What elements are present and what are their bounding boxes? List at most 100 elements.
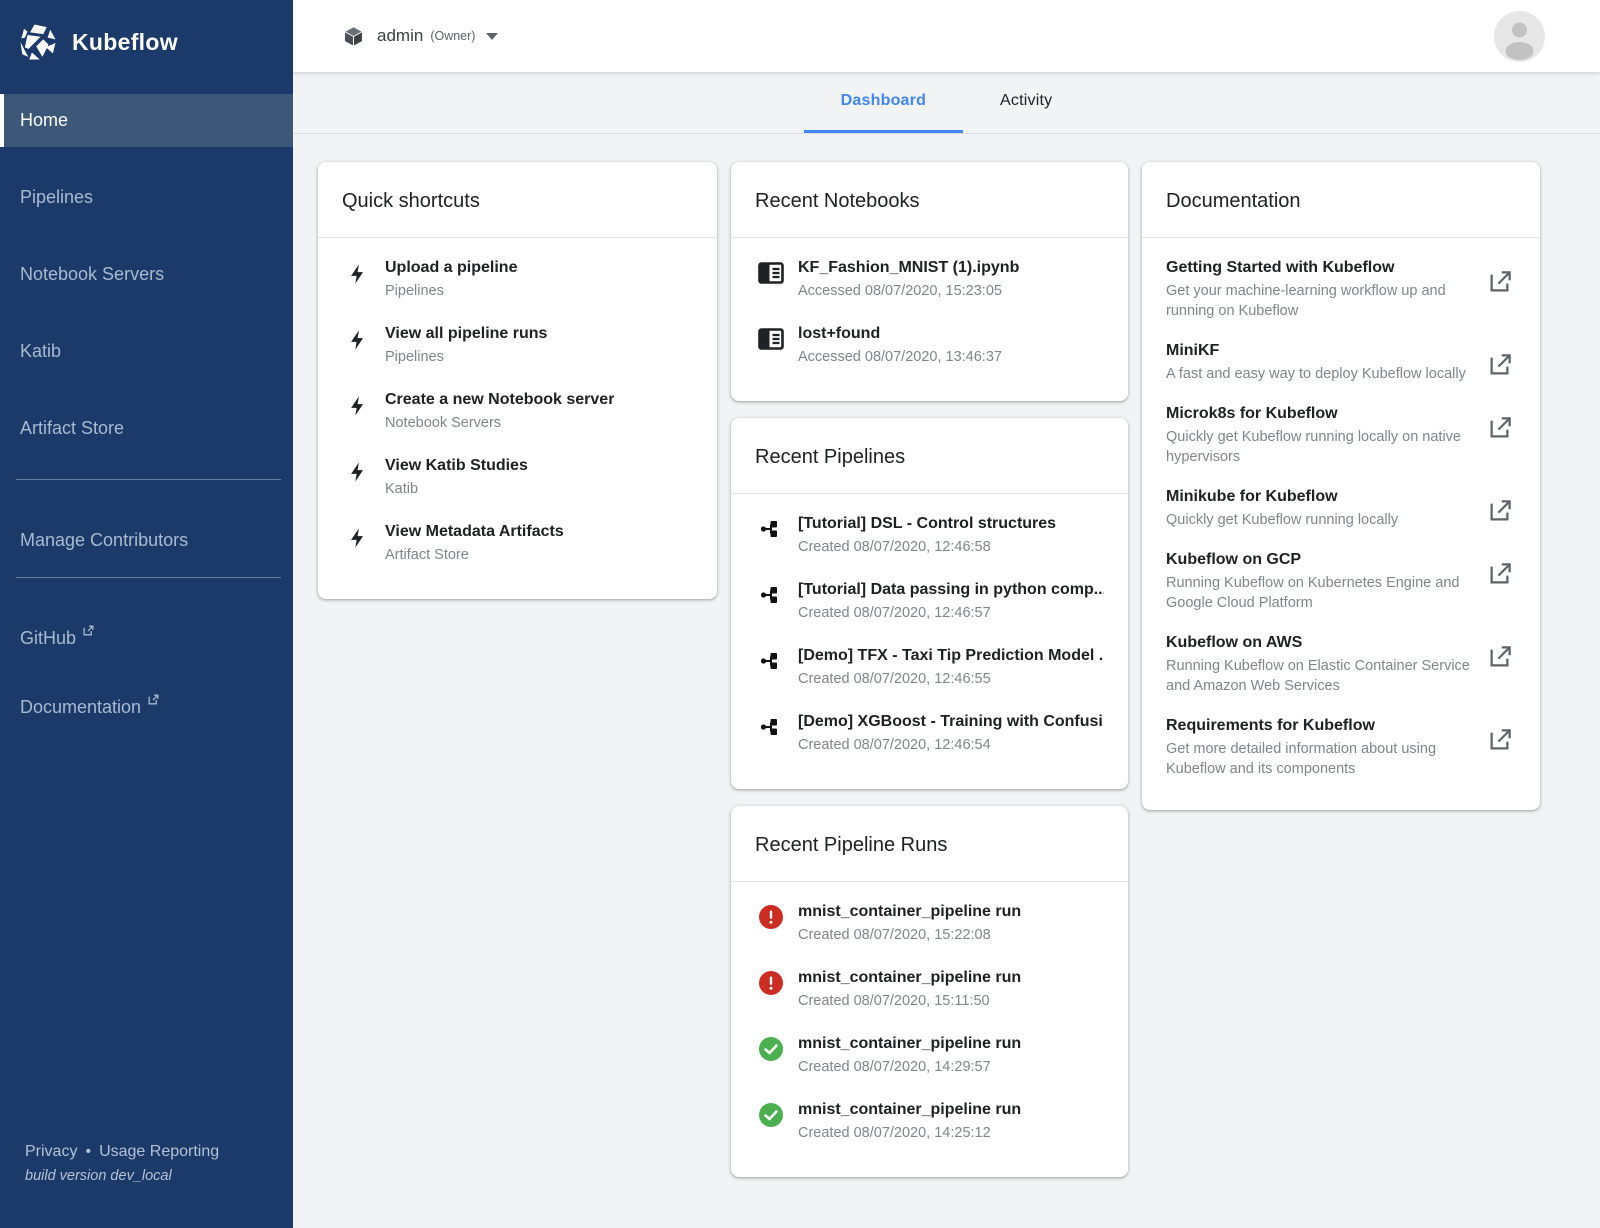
namespace-cube-icon	[342, 25, 365, 48]
sidebar: Kubeflow Home Pipelines Notebook Servers…	[0, 0, 293, 1228]
sidebar-footer: Privacy•Usage Reporting build version de…	[25, 1143, 219, 1184]
error-status-icon	[758, 969, 784, 1009]
shortcut-subtitle: Notebook Servers	[385, 415, 614, 431]
shortcut-create-notebook-server[interactable]: Create a new Notebook server Notebook Ser…	[345, 391, 693, 431]
card-title-recent-notebooks: Recent Notebooks	[755, 190, 920, 212]
doc-desc: Running Kubeflow on Kubernetes Engine an…	[1166, 573, 1472, 613]
notebook-title: lost+found	[798, 325, 1002, 343]
doc-desc: Quickly get Kubeflow running locally	[1166, 510, 1472, 530]
doc-item-kubeflow-aws[interactable]: Kubeflow on AWS Running Kubeflow on Elast…	[1166, 634, 1516, 696]
sidebar-item-katib[interactable]: Katib	[0, 325, 293, 378]
shortcut-subtitle: Artifact Store	[385, 547, 564, 563]
shortcut-view-katib-studies[interactable]: View Katib Studies Katib	[345, 457, 693, 497]
external-link-icon	[147, 693, 160, 706]
sidebar-item-notebook-servers[interactable]: Notebook Servers	[0, 248, 293, 301]
run-title: mnist_container_pipeline run	[798, 1101, 1021, 1119]
notebook-subtitle: Accessed 08/07/2020, 15:23:05	[798, 283, 1019, 299]
sidebar-divider	[16, 479, 281, 480]
namespace-role: (Owner)	[430, 29, 475, 43]
bolt-icon	[345, 391, 371, 431]
error-status-icon	[758, 903, 784, 943]
bolt-icon	[345, 523, 371, 563]
shortcut-view-metadata-artifacts[interactable]: View Metadata Artifacts Artifact Store	[345, 523, 693, 563]
pipeline-icon	[758, 713, 784, 753]
run-subtitle: Created 08/07/2020, 15:11:50	[798, 993, 1021, 1009]
success-status-icon	[758, 1035, 784, 1075]
usage-reporting-link[interactable]: Usage Reporting	[99, 1143, 219, 1160]
open-in-new-icon	[1486, 488, 1516, 530]
notebook-subtitle: Accessed 08/07/2020, 13:46:37	[798, 349, 1002, 365]
tab-activity[interactable]: Activity	[963, 72, 1089, 133]
shortcut-view-pipeline-runs[interactable]: View all pipeline runsPipelines	[345, 325, 693, 365]
doc-desc: Running Kubeflow on Elastic Container Se…	[1166, 656, 1472, 696]
pipeline-item[interactable]: [Tutorial] DSL - Control structuresCreat…	[758, 515, 1104, 555]
doc-title: Kubeflow on GCP	[1166, 551, 1472, 569]
doc-desc: Quickly get Kubeflow running locally on …	[1166, 427, 1472, 467]
doc-title: MiniKF	[1166, 342, 1472, 360]
pipeline-run-item[interactable]: mnist_container_pipeline runCreated 08/0…	[758, 969, 1104, 1009]
shortcut-title: Create a new Notebook server	[385, 391, 614, 409]
success-status-icon	[758, 1101, 784, 1141]
card-title-documentation: Documentation	[1166, 190, 1301, 212]
bolt-icon	[345, 259, 371, 299]
notebook-item[interactable]: lost+found Accessed 08/07/2020, 13:46:37	[758, 325, 1104, 365]
pipeline-icon	[758, 515, 784, 555]
tab-dashboard[interactable]: Dashboard	[804, 72, 963, 133]
sidebar-item-manage-contributors[interactable]: Manage Contributors	[0, 514, 293, 567]
pipeline-icon	[758, 647, 784, 687]
run-title: mnist_container_pipeline run	[798, 1035, 1021, 1053]
doc-title: Microk8s for Kubeflow	[1166, 405, 1472, 423]
sidebar-item-pipelines[interactable]: Pipelines	[0, 171, 293, 224]
privacy-link[interactable]: Privacy	[25, 1143, 77, 1160]
shortcut-title: View all pipeline runs	[385, 325, 547, 343]
shortcut-title: View Katib Studies	[385, 457, 528, 475]
documentation-link-label: Documentation	[20, 697, 141, 717]
pipeline-run-item[interactable]: mnist_container_pipeline runCreated 08/0…	[758, 903, 1104, 943]
doc-item-getting-started[interactable]: Getting Started with KubeflowGet your ma…	[1166, 259, 1516, 321]
pipeline-item[interactable]: [Tutorial] Data passing in python comp..…	[758, 581, 1104, 621]
doc-item-minikube[interactable]: Minikube for KubeflowQuickly get Kubeflo…	[1166, 488, 1516, 530]
pipeline-title: [Tutorial] Data passing in python comp..…	[798, 581, 1104, 599]
open-in-new-icon	[1486, 717, 1516, 779]
bolt-icon	[345, 457, 371, 497]
external-link-icon	[82, 624, 95, 637]
sidebar-item-artifact-store[interactable]: Artifact Store	[0, 402, 293, 455]
doc-title: Requirements for Kubeflow	[1166, 717, 1472, 735]
shortcut-upload-pipeline[interactable]: Upload a pipelinePipelines	[345, 259, 693, 299]
doc-item-requirements[interactable]: Requirements for Kubeflow Get more detail…	[1166, 717, 1516, 779]
doc-item-minikf[interactable]: MiniKFA fast and easy way to deploy Kube…	[1166, 342, 1516, 384]
sidebar-item-documentation[interactable]: Documentation	[0, 681, 293, 734]
logo-text: Kubeflow	[72, 29, 178, 56]
notebook-item[interactable]: KF_Fashion_MNIST (1).ipynb Accessed 08/07…	[758, 259, 1104, 299]
recent-pipeline-runs-card: Recent Pipeline Runs mnist_container_pip…	[731, 806, 1128, 1177]
doc-title: Getting Started with Kubeflow	[1166, 259, 1472, 277]
pipeline-run-item[interactable]: mnist_container_pipeline runCreated 08/0…	[758, 1101, 1104, 1141]
open-in-new-icon	[1486, 551, 1516, 613]
pipeline-subtitle: Created 08/07/2020, 12:46:57	[798, 605, 1104, 621]
doc-item-kubeflow-gcp[interactable]: Kubeflow on GCP Running Kubeflow on Kuber…	[1166, 551, 1516, 613]
shortcut-title: View Metadata Artifacts	[385, 523, 564, 541]
pipeline-item[interactable]: [Demo] XGBoost - Training with Confusi..…	[758, 713, 1104, 753]
pipeline-run-item[interactable]: mnist_container_pipeline runCreated 08/0…	[758, 1035, 1104, 1075]
avatar[interactable]	[1494, 11, 1545, 62]
recent-notebooks-card: Recent Notebooks KF_Fashion_MNIST (1).ip…	[731, 162, 1128, 401]
top-bar: admin (Owner)	[293, 0, 1600, 72]
footer-bullet: •	[85, 1143, 91, 1160]
doc-desc: Get more detailed information about usin…	[1166, 739, 1472, 779]
tab-bar: Dashboard Activity	[293, 72, 1600, 134]
open-in-new-icon	[1486, 259, 1516, 321]
doc-title: Kubeflow on AWS	[1166, 634, 1472, 652]
bolt-icon	[345, 325, 371, 365]
person-icon	[1494, 11, 1545, 62]
namespace-selector[interactable]: admin (Owner)	[342, 25, 498, 48]
shortcut-subtitle: Katib	[385, 481, 528, 497]
sidebar-item-home[interactable]: Home	[0, 94, 293, 147]
pipeline-item[interactable]: [Demo] TFX - Taxi Tip Prediction Model .…	[758, 647, 1104, 687]
sidebar-item-github[interactable]: GitHub	[0, 612, 293, 665]
pipeline-subtitle: Created 08/07/2020, 12:46:54	[798, 737, 1104, 753]
doc-item-microk8s[interactable]: Microk8s for Kubeflow Quickly get Kubeflo…	[1166, 405, 1516, 467]
kubeflow-logo[interactable]: Kubeflow	[0, 0, 293, 84]
notebook-title: KF_Fashion_MNIST (1).ipynb	[798, 259, 1019, 277]
notebook-icon	[758, 259, 784, 299]
pipeline-title: [Demo] XGBoost - Training with Confusi..…	[798, 713, 1104, 731]
